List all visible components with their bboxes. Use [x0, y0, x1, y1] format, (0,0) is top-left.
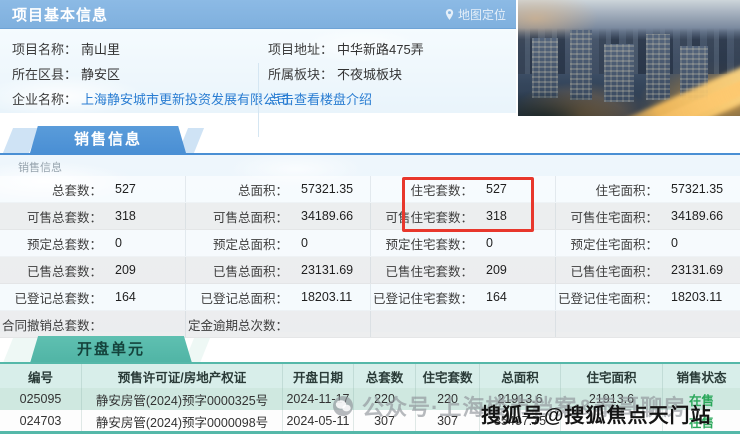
sales-cell-value: 527 — [115, 182, 136, 196]
opening-header-cell: 销售状态 — [662, 364, 740, 388]
sales-cell-label: 可售住宅面积： — [570, 210, 658, 225]
intro-link[interactable]: 点击查看楼盘介绍 — [268, 92, 372, 107]
opening-cell: 静安房管(2024)预字0000098号 — [81, 410, 282, 432]
sales-cell-value: 57321.35 — [301, 182, 354, 196]
opening-header-row: 编号 预售许可证/房地产权证 开盘日期 总套数 住宅套数 总面积 住宅面积 销售… — [0, 364, 740, 388]
sales-cell-label: 已登记总套数： — [14, 291, 102, 306]
info-row-address: 项目地址： 中华新路475弄 — [268, 37, 508, 62]
info-row-block: 所属板块： 不夜城板块 — [268, 62, 508, 87]
sales-cell-label: 已售住宅套数： — [385, 264, 473, 279]
column-divider — [258, 63, 259, 137]
opening-cell: 静安房管(2024)预字0000325号 — [81, 388, 282, 410]
info-value: 静安区 — [81, 67, 121, 82]
sales-cell-label: 预定总面积： — [212, 237, 288, 252]
sales-cell-value: 209 — [486, 263, 507, 277]
sales-cell-label: 预定住宅套数： — [385, 237, 473, 252]
info-value: 中华新路475弄 — [337, 42, 424, 57]
sales-cell-value: 0 — [486, 236, 493, 250]
sales-row: 已售总套数： 209 已售总面积： 23131.69 已售住宅套数： 209 已售住宅… — [0, 257, 740, 284]
opening-header-cell: 总面积 — [479, 364, 560, 388]
info-row-intro: 点击查看楼盘介绍 — [268, 87, 508, 112]
project-photo — [518, 0, 740, 116]
opening-cell: 025095 — [19, 392, 62, 406]
sales-row: 合同撤销总套数： 定金逾期总次数： — [0, 311, 740, 338]
sales-cell-label: 住宅面积： — [595, 183, 658, 198]
opening-header-cell: 预售许可证/房地产权证 — [81, 364, 282, 388]
page-title: 项目基本信息 — [12, 6, 109, 24]
tab-sales-label: 销售信息 — [73, 131, 142, 148]
sales-cell-label: 已售住宅面积： — [570, 264, 658, 279]
sales-cell-value: 209 — [115, 263, 136, 277]
tab-sales-info[interactable]: 销售信息 — [30, 126, 186, 153]
info-label: 项目地址： — [268, 42, 334, 57]
info-label: 项目名称： — [12, 42, 78, 57]
sales-cell-value: 318 — [115, 209, 136, 223]
sales-row: 可售总套数： 318 可售总面积： 34189.66 可售住宅套数： 318 可售住宅… — [0, 203, 740, 230]
info-row-district: 所在区县： 静安区 — [12, 62, 252, 87]
sales-cell-value: 23131.69 — [671, 263, 724, 277]
sales-cell-value: 164 — [486, 290, 507, 304]
info-label: 所属板块： — [268, 67, 334, 82]
sales-cell-value: 23131.69 — [301, 263, 354, 277]
info-value: 南山里 — [81, 42, 121, 57]
opening-cell: 024703 — [19, 414, 62, 428]
tab-opening-units[interactable]: 开盘单元 — [30, 336, 192, 363]
basic-info-panel: 项目名称： 南山里 所在区县： 静安区 企业名称： 上海静安城市更新投资发展有限公司 … — [0, 29, 516, 137]
opening-header-cell: 开盘日期 — [282, 364, 353, 388]
sales-cell-label: 总面积： — [237, 183, 288, 198]
opening-header-cell: 总套数 — [353, 364, 415, 388]
sales-cell-value: 0 — [671, 236, 678, 250]
sales-cell-value: 34189.66 — [301, 209, 354, 223]
sales-cell-value: 0 — [115, 236, 122, 250]
opening-header-cell: 编号 — [27, 370, 53, 385]
map-link[interactable]: 地图定位 — [444, 0, 506, 28]
header-bar: 项目基本信息 地图定位 — [0, 0, 516, 29]
sales-cell-label: 可售总套数： — [26, 210, 102, 225]
basic-info-left-column: 项目名称： 南山里 所在区县： 静安区 企业名称： 上海静安城市更新投资发展有限公司 — [12, 37, 289, 112]
opening-header-cell: 住宅面积 — [560, 364, 662, 388]
sales-cell-label: 已售总面积： — [212, 264, 288, 279]
photo-trees — [518, 90, 628, 116]
opening-header-cell: 住宅套数 — [415, 364, 479, 388]
info-label: 企业名称： — [12, 92, 78, 107]
blue-divider-line — [0, 153, 740, 155]
sales-table: 总套数： 527 总面积： 57321.35 住宅套数： 527 住宅面积： 57321… — [0, 176, 740, 338]
info-row-project-name: 项目名称： 南山里 — [12, 37, 252, 62]
info-row-company: 企业名称： 上海静安城市更新投资发展有限公司 — [12, 87, 289, 112]
highlight-box — [402, 177, 534, 232]
sales-cell-label: 已登记住宅套数： — [372, 291, 473, 306]
sales-cell-label: 已售总套数： — [26, 264, 102, 279]
info-label: 所在区县： — [12, 67, 78, 82]
sales-cell-label: 已登记住宅面积： — [557, 291, 658, 306]
sales-cell-value: 164 — [115, 290, 136, 304]
sales-cell-value: 0 — [301, 236, 308, 250]
page: 项目基本信息 地图定位 项目名称： 南山里 所在区县： 静安区 企业名称： 上海静安城… — [0, 0, 740, 437]
basic-info-right-column: 项目地址： 中华新路475弄 所属板块： 不夜城板块 点击查看楼盘介绍 — [268, 37, 508, 112]
photo-tower — [532, 38, 558, 98]
sales-cell-value: 57321.35 — [671, 182, 724, 196]
photo-tower — [646, 34, 670, 100]
sales-cell-label: 可售总面积： — [212, 210, 288, 225]
wechat-icon — [333, 396, 353, 416]
sales-subheader: 销售信息 — [18, 162, 62, 174]
sales-cell-value: 34189.66 — [671, 209, 724, 223]
info-value: 不夜城板块 — [337, 67, 403, 82]
sales-cell-label: 已登记总面积： — [200, 291, 288, 306]
sales-cell-label: 合同撤销总套数： — [1, 318, 102, 333]
sales-cell-label: 预定住宅面积： — [570, 237, 658, 252]
watermark-sohu: 搜狐号@搜狐焦点天门站 — [481, 405, 712, 427]
tab-opening-label: 开盘单元 — [76, 341, 145, 358]
sales-row: 已登记总套数： 164 已登记总面积： 18203.11 已登记住宅套数： 164 已… — [0, 284, 740, 311]
sales-cell-label: 总套数： — [51, 183, 102, 198]
map-pin-icon — [445, 8, 454, 20]
teal-bottom-line — [0, 431, 740, 434]
sales-cell-label: 定金逾期总次数： — [187, 318, 288, 333]
sales-cell-label: 预定总套数： — [26, 237, 102, 252]
sales-row: 预定总套数： 0 预定总面积： 0 预定住宅套数： 0 预定住宅面积： 0 — [0, 230, 740, 257]
sales-cell-value: 18203.11 — [671, 290, 723, 304]
sales-row: 总套数： 527 总面积： 57321.35 住宅套数： 527 住宅面积： 57321… — [0, 176, 740, 203]
sales-cell-value: 18203.11 — [301, 290, 353, 304]
